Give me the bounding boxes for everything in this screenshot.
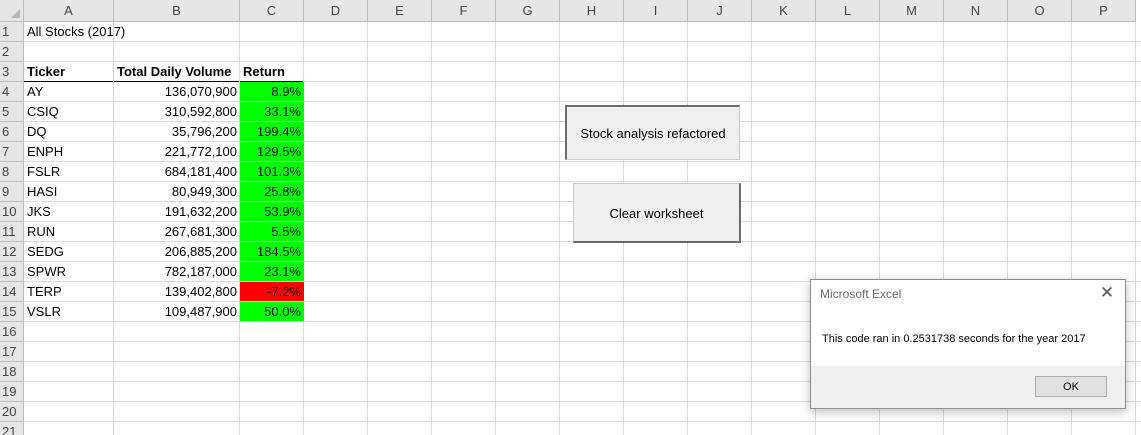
column-header-m[interactable]: M xyxy=(880,0,944,22)
row-header-6[interactable]: 6 xyxy=(0,122,24,142)
cell-volume[interactable]: 136,070,900 xyxy=(114,82,240,102)
column-header-j[interactable]: J xyxy=(688,0,752,22)
row-header-5[interactable]: 5 xyxy=(0,102,24,122)
cell-volume[interactable]: 191,632,200 xyxy=(114,202,240,222)
row-header-1[interactable]: 1 xyxy=(0,22,24,42)
cell-return[interactable]: 101.3% xyxy=(240,162,304,181)
cell-ticker[interactable]: TERP xyxy=(24,282,114,302)
cell-ticker[interactable]: SPWR xyxy=(24,262,114,282)
message-dialog: Microsoft Excel ✕ This code ran in 0.253… xyxy=(810,279,1126,409)
row-header-16[interactable]: 16 xyxy=(0,322,24,342)
row-header-15[interactable]: 15 xyxy=(0,302,24,322)
row-header-7[interactable]: 7 xyxy=(0,142,24,162)
cell-volume[interactable]: 684,181,400 xyxy=(114,162,240,182)
cell-return[interactable]: 8.9% xyxy=(240,82,304,101)
column-header-e[interactable]: E xyxy=(368,0,432,22)
clear-worksheet-button[interactable]: Clear worksheet xyxy=(573,183,741,243)
spreadsheet[interactable]: ABCDEFGHIJKLMNOP 1 2 3 4 5 6 7 8 9 10 11 12 13 14 15 16… xyxy=(0,0,1141,435)
column-header-b[interactable]: B xyxy=(114,0,240,22)
column-header-i[interactable]: I xyxy=(624,0,688,22)
cell-ticker[interactable]: AY xyxy=(24,82,114,102)
row-header-9[interactable]: 9 xyxy=(0,182,24,202)
cell-ticker[interactable]: JKS xyxy=(24,202,114,222)
row-header-19[interactable]: 19 xyxy=(0,382,24,402)
select-all-corner[interactable] xyxy=(0,0,24,22)
row-header-10[interactable]: 10 xyxy=(0,202,24,222)
column-header-f[interactable]: F xyxy=(432,0,496,22)
row-header-18[interactable]: 18 xyxy=(0,362,24,382)
stock-analysis-refactored-button[interactable]: Stock analysis refactored xyxy=(565,105,740,160)
column-header-n[interactable]: N xyxy=(944,0,1008,22)
column-header-p[interactable]: P xyxy=(1072,0,1136,22)
header-ticker[interactable]: Ticker xyxy=(24,62,114,82)
cell-volume[interactable]: 267,681,300 xyxy=(114,222,240,242)
row-header-20[interactable]: 20 xyxy=(0,402,24,422)
cell-return[interactable]: -7.2% xyxy=(240,282,304,301)
grid-vline xyxy=(367,22,368,435)
cell-volume[interactable]: 80,949,300 xyxy=(114,182,240,202)
select-all-triangle-icon xyxy=(11,9,20,18)
cell-return[interactable]: 23.1% xyxy=(240,262,304,281)
row-header-17[interactable]: 17 xyxy=(0,342,24,362)
cell-ticker[interactable]: ENPH xyxy=(24,142,114,162)
column-header-g[interactable]: G xyxy=(496,0,560,22)
grid-vline xyxy=(751,22,752,435)
grid-vline xyxy=(1135,22,1136,435)
row-header-13[interactable]: 13 xyxy=(0,262,24,282)
close-icon[interactable]: ✕ xyxy=(1099,284,1115,301)
column-header-o[interactable]: O xyxy=(1008,0,1072,22)
cell-volume[interactable]: 310,592,800 xyxy=(114,102,240,122)
cell-volume[interactable]: 35,796,200 xyxy=(114,122,240,142)
cell-volume[interactable]: 139,402,800 xyxy=(114,282,240,302)
grid-vline xyxy=(431,22,432,435)
row-header-12[interactable]: 12 xyxy=(0,242,24,262)
dialog-message: This code ran in 0.2531738 seconds for t… xyxy=(822,333,1086,345)
cell-ticker[interactable]: CSIQ xyxy=(24,102,114,122)
cell-ticker[interactable]: HASI xyxy=(24,182,114,202)
cell-ticker[interactable]: DQ xyxy=(24,122,114,142)
row-header-14[interactable]: 14 xyxy=(0,282,24,302)
cell-return[interactable]: 129.5% xyxy=(240,142,304,161)
cell-ticker[interactable]: SEDG xyxy=(24,242,114,262)
grid-vline xyxy=(559,22,560,435)
cell-return[interactable]: 5.5% xyxy=(240,222,304,241)
cell-return[interactable]: 25.8% xyxy=(240,182,304,201)
cell-return[interactable]: 199.4% xyxy=(240,122,304,141)
grid-hline xyxy=(24,421,1141,422)
column-header-k[interactable]: K xyxy=(752,0,816,22)
dialog-title: Microsoft Excel xyxy=(820,287,902,301)
column-header-h[interactable]: H xyxy=(560,0,624,22)
cell-return[interactable]: 33.1% xyxy=(240,102,304,121)
cell-ticker[interactable]: FSLR xyxy=(24,162,114,182)
row-header-3[interactable]: 3 xyxy=(0,62,24,82)
cell-return[interactable]: 184.5% xyxy=(240,242,304,261)
cell-volume[interactable]: 206,885,200 xyxy=(114,242,240,262)
column-header-d[interactable]: D xyxy=(304,0,368,22)
dialog-footer: OK xyxy=(811,366,1125,408)
cell-volume[interactable]: 782,187,000 xyxy=(114,262,240,282)
header-total-daily-volume[interactable]: Total Daily Volume xyxy=(114,62,240,82)
row-header-4[interactable]: 4 xyxy=(0,82,24,102)
cell-volume[interactable]: 109,487,900 xyxy=(114,302,240,322)
header-return[interactable]: Return xyxy=(240,62,304,82)
grid-vline xyxy=(495,22,496,435)
column-header-a[interactable]: A xyxy=(24,0,114,22)
cell-return[interactable]: 53.9% xyxy=(240,202,304,221)
cell-ticker[interactable]: RUN xyxy=(24,222,114,242)
column-header-c[interactable]: C xyxy=(240,0,304,22)
row-header-11[interactable]: 11 xyxy=(0,222,24,242)
row-header-2[interactable]: 2 xyxy=(0,42,24,62)
cell-volume[interactable]: 221,772,100 xyxy=(114,142,240,162)
ok-button[interactable]: OK xyxy=(1035,376,1107,397)
column-header-l[interactable]: L xyxy=(816,0,880,22)
row-header-21[interactable]: 21 xyxy=(0,422,24,435)
cell-a1-title[interactable]: All Stocks (2017) xyxy=(24,22,224,42)
cell-ticker[interactable]: VSLR xyxy=(24,302,114,322)
row-header-8[interactable]: 8 xyxy=(0,162,24,182)
cell-return[interactable]: 50.0% xyxy=(240,302,304,321)
